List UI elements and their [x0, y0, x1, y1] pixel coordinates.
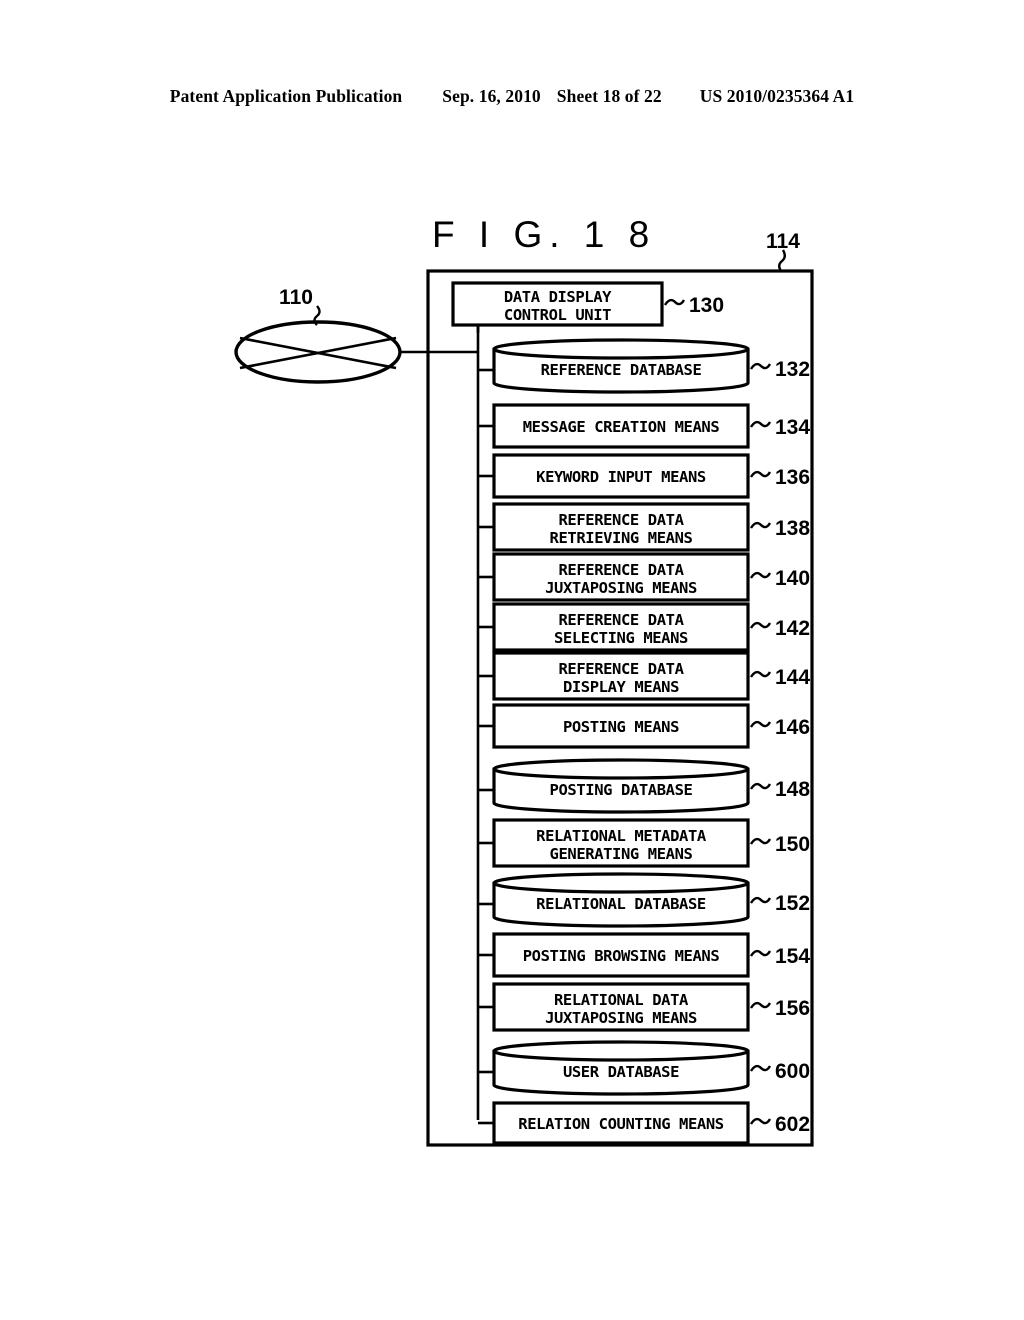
- cylinder-top-132: [492, 338, 750, 360]
- leader-tilde-132: [749, 362, 772, 370]
- block-label-138-line1: REFERENCE DATA: [558, 511, 684, 529]
- leader-tilde-130: [663, 298, 686, 306]
- block-label-148: POSTING DATABASE: [550, 781, 693, 799]
- ref-numeral-130: 130: [689, 294, 724, 317]
- block-label-136: KEYWORD INPUT MEANS: [536, 468, 706, 486]
- network-symbol: [234, 320, 402, 384]
- leader-tilde-138: [749, 521, 772, 529]
- figure-drawing: 114 110 DATA DISPLAYCONTROL UNIT 130 REFER…: [234, 230, 814, 1147]
- ref-numeral-110: 110: [279, 286, 313, 309]
- ref-numeral-150: 150: [775, 833, 810, 856]
- ref-numeral-600: 600: [775, 1060, 810, 1083]
- block-label-154: POSTING BROWSING MEANS: [523, 947, 720, 965]
- leader-tilde-150: [749, 837, 772, 845]
- block-label-130-line2: CONTROL UNIT: [504, 306, 611, 324]
- leader-tilde-148: [749, 782, 772, 790]
- leader-tilde-142: [749, 621, 772, 629]
- leader-tilde-140: [749, 571, 772, 579]
- ref-numeral-152: 152: [775, 892, 810, 915]
- ref-numeral-154: 154: [775, 945, 810, 968]
- block-label-138-line2: RETRIEVING MEANS: [550, 529, 693, 547]
- block-label-130-line1: DATA DISPLAY: [504, 288, 612, 306]
- block-148[interactable]: POSTING DATABASE 148: [478, 758, 810, 814]
- ref-numeral-148: 148: [775, 778, 810, 801]
- block-152[interactable]: RELATIONAL DATABASE 152: [478, 872, 810, 928]
- cylinder-top-148: [492, 758, 750, 780]
- block-label-132: REFERENCE DATABASE: [541, 361, 702, 379]
- ref-numeral-146: 146: [775, 716, 810, 739]
- cylinder-top-152: [492, 872, 750, 894]
- block-label-144-line1: REFERENCE DATA: [558, 660, 684, 678]
- block-label-150-line1: RELATIONAL METADATA: [536, 827, 707, 845]
- block-label-602: RELATION COUNTING MEANS: [518, 1115, 723, 1133]
- leader-tilde-602: [749, 1117, 772, 1125]
- block-138[interactable]: REFERENCE DATARETRIEVING MEANS 138: [478, 502, 810, 552]
- leader-tilde-600: [749, 1064, 772, 1072]
- leader-tilde-136: [749, 470, 772, 478]
- ref-numeral-138: 138: [775, 517, 810, 540]
- block-130[interactable]: DATA DISPLAYCONTROL UNIT 130: [451, 281, 724, 333]
- block-label-134: MESSAGE CREATION MEANS: [523, 418, 720, 436]
- block-132[interactable]: REFERENCE DATABASE 132: [478, 338, 810, 394]
- block-label-140-line1: REFERENCE DATA: [558, 561, 684, 579]
- leader-tilde-156: [749, 1001, 772, 1009]
- ref-numeral-156: 156: [775, 997, 810, 1020]
- block-label-142-line1: REFERENCE DATA: [558, 611, 684, 629]
- block-label-144-line2: DISPLAY MEANS: [563, 678, 679, 696]
- leader-tilde-144: [749, 670, 772, 678]
- block-154[interactable]: POSTING BROWSING MEANS 154: [478, 932, 810, 978]
- block-156[interactable]: RELATIONAL DATAJUXTAPOSING MEANS 156: [478, 982, 810, 1032]
- leader-tilde-134: [749, 420, 772, 428]
- leader-tilde-146: [749, 720, 772, 728]
- ref-numeral-144: 144: [775, 666, 810, 689]
- block-label-156-line1: RELATIONAL DATA: [554, 991, 689, 1009]
- block-label-140-line2: JUXTAPOSING MEANS: [545, 579, 697, 597]
- ref-numeral-134: 134: [775, 416, 810, 439]
- block-602[interactable]: RELATION COUNTING MEANS 602: [478, 1101, 810, 1145]
- ref-numeral-136: 136: [775, 466, 810, 489]
- block-144[interactable]: REFERENCE DATADISPLAY MEANS 144: [478, 651, 810, 701]
- block-142[interactable]: REFERENCE DATASELECTING MEANS 142: [478, 602, 810, 652]
- block-label-146: POSTING MEANS: [563, 718, 679, 736]
- block-140[interactable]: REFERENCE DATAJUXTAPOSING MEANS 140: [478, 552, 810, 602]
- cylinder-top-600: [492, 1040, 750, 1062]
- block-150[interactable]: RELATIONAL METADATAGENERATING MEANS 150: [478, 818, 810, 868]
- leader-line-114: [778, 249, 786, 272]
- leader-tilde-152: [749, 896, 772, 904]
- blocks-layer: DATA DISPLAYCONTROL UNIT 130 REFERENCE DAT…: [451, 281, 810, 1145]
- block-label-156-line2: JUXTAPOSING MEANS: [545, 1009, 697, 1027]
- ref-numeral-114: 114: [766, 230, 800, 253]
- block-600[interactable]: USER DATABASE 600: [478, 1040, 810, 1096]
- ref-numeral-140: 140: [775, 567, 810, 590]
- block-label-600: USER DATABASE: [563, 1063, 679, 1081]
- block-label-142-line2: SELECTING MEANS: [554, 629, 688, 647]
- block-146[interactable]: POSTING MEANS 146: [478, 703, 810, 749]
- block-label-150-line2: GENERATING MEANS: [550, 845, 693, 863]
- leader-tilde-154: [749, 949, 772, 957]
- ref-numeral-142: 142: [775, 617, 810, 640]
- block-label-152: RELATIONAL DATABASE: [536, 895, 706, 913]
- block-134[interactable]: MESSAGE CREATION MEANS 134: [478, 403, 810, 449]
- ref-numeral-132: 132: [775, 358, 810, 381]
- ref-numeral-602: 602: [775, 1113, 810, 1136]
- block-136[interactable]: KEYWORD INPUT MEANS 136: [478, 453, 810, 499]
